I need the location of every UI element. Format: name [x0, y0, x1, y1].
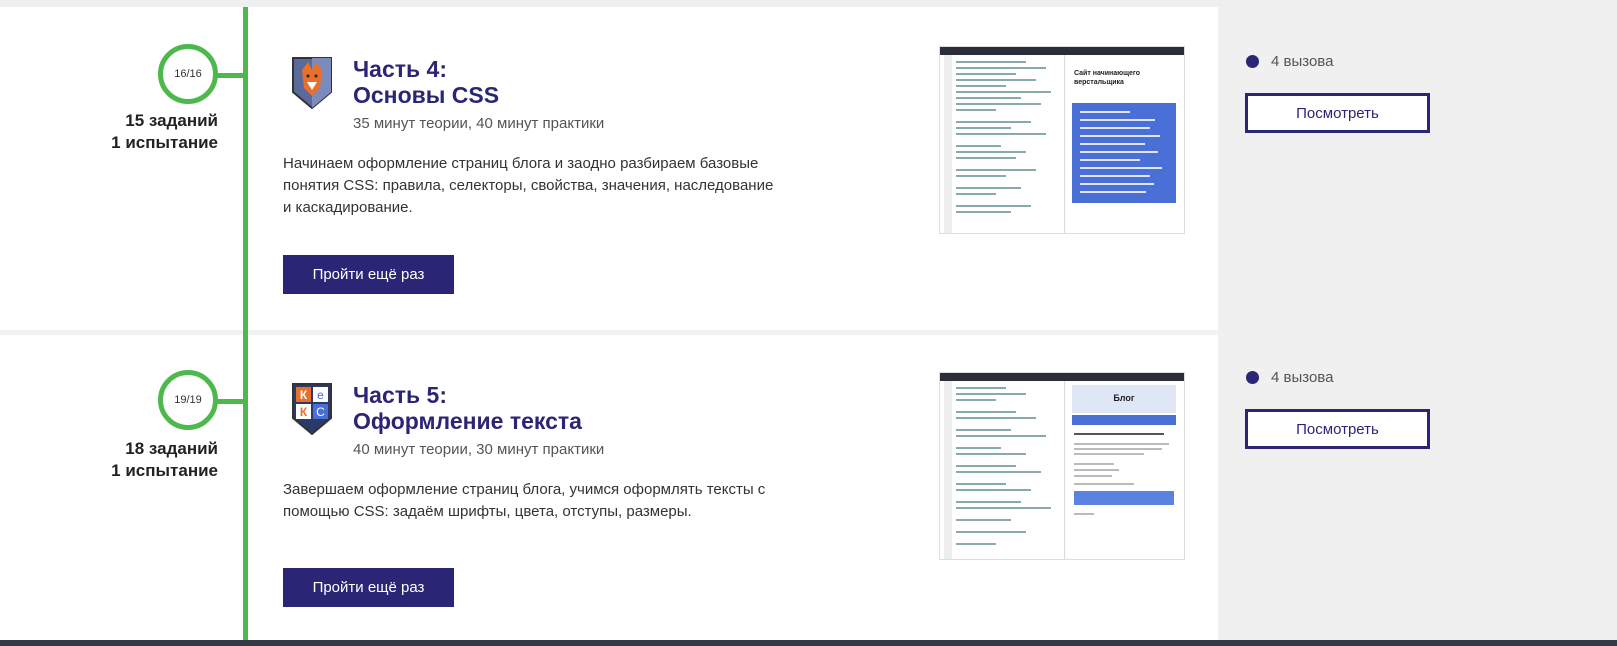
part-name: Основы CSS [353, 82, 500, 108]
challenge-calls: 4 вызова [1246, 53, 1333, 70]
preview-page-render: Блог [1066, 381, 1184, 559]
progress-counter: 19/19 [174, 394, 202, 406]
trials-count: 1 испытание [111, 461, 218, 480]
preview-nav-bar [1072, 415, 1176, 425]
part-duration: 40 минут теории, 30 минут практики [353, 441, 605, 458]
preview-toolbar [940, 373, 1184, 381]
progress-circle: 16/16 [158, 44, 218, 104]
retry-button[interactable]: Пройти ещё раз [283, 568, 454, 607]
logo-letter: С [316, 405, 325, 419]
part-preview-screenshot[interactable]: Сайт начинающего верстальщика [939, 46, 1185, 234]
preview-page-title: Сайт начинающего верстальщика [1074, 70, 1141, 86]
timeline-connector [214, 399, 246, 404]
part-number: Часть 4: [353, 56, 447, 82]
calls-count: 4 вызова [1271, 369, 1334, 386]
task-counts: 15 заданий 1 испытание [80, 110, 218, 154]
part-duration: 35 минут теории, 40 минут практики [353, 115, 605, 132]
fox-shield-icon [292, 57, 332, 110]
timeline-connector [214, 73, 246, 78]
task-counts: 18 заданий 1 испытание [80, 438, 218, 482]
preview-code-editor [940, 381, 1065, 559]
view-button[interactable]: Посмотреть [1245, 409, 1430, 449]
progress-counter: 16/16 [174, 68, 202, 80]
bottom-bar [0, 640, 1617, 646]
calls-count: 4 вызова [1271, 53, 1334, 70]
part-description: Завершаем оформление страниц блога, учим… [283, 481, 766, 520]
logo-letter: К [300, 405, 308, 419]
part-title[interactable]: Часть 5: Оформление текста [353, 382, 582, 434]
part-name: Оформление текста [353, 408, 582, 434]
keks-shield-icon: К е К С [292, 383, 332, 436]
preview-page-title: Блог [1113, 393, 1135, 403]
preview-toolbar [940, 47, 1184, 55]
part-description: Начинаем оформление страниц блога и заод… [283, 155, 774, 216]
part-number: Часть 5: [353, 382, 447, 408]
preview-button [1074, 491, 1174, 505]
tasks-count: 15 заданий [125, 111, 218, 130]
trials-count: 1 испытание [111, 133, 218, 152]
preview-page-render: Сайт начинающего верстальщика [1066, 55, 1184, 233]
logo-letter: К [300, 388, 308, 402]
progress-timeline [243, 7, 248, 640]
preview-header: Блог [1072, 385, 1176, 413]
bullet-dot-icon [1246, 55, 1259, 68]
challenge-calls: 4 вызова [1246, 369, 1333, 386]
section-divider [0, 330, 1218, 335]
tasks-count: 18 заданий [125, 439, 218, 458]
part-title[interactable]: Часть 4: Основы CSS [353, 56, 499, 108]
preview-code-editor [940, 55, 1065, 233]
progress-circle: 19/19 [158, 370, 218, 430]
bullet-dot-icon [1246, 371, 1259, 384]
preview-link-panel [1072, 103, 1176, 203]
retry-button[interactable]: Пройти ещё раз [283, 255, 454, 294]
top-separator [0, 0, 1617, 7]
view-button[interactable]: Посмотреть [1245, 93, 1430, 133]
logo-letter: е [317, 388, 324, 402]
part-preview-screenshot[interactable]: Блог [939, 372, 1185, 560]
